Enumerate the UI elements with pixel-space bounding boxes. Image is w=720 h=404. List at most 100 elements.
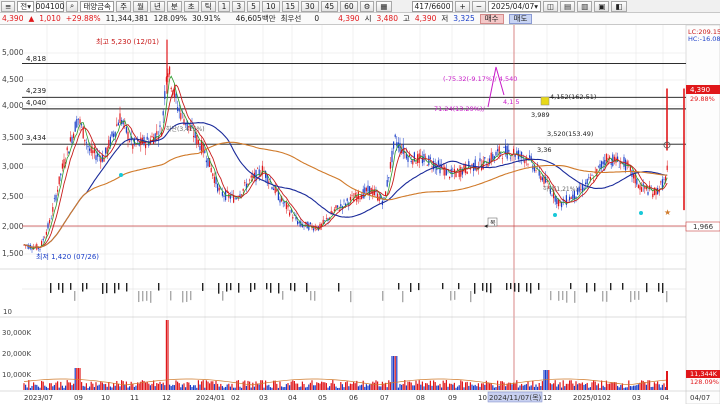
candle-body bbox=[394, 134, 396, 137]
volume-bar bbox=[81, 382, 83, 390]
candle-body bbox=[602, 161, 604, 165]
volume-bar bbox=[121, 380, 123, 390]
minute-30-button[interactable]: 30 bbox=[301, 0, 319, 12]
count-field[interactable]: 417/6600 bbox=[411, 0, 454, 12]
volume-bar bbox=[229, 386, 231, 390]
period-second-button[interactable]: 초 bbox=[183, 0, 199, 12]
minute-45-button[interactable]: 45 bbox=[320, 0, 339, 12]
stock-code-input[interactable]: 004100 bbox=[36, 0, 64, 12]
period-week-button[interactable]: 주 bbox=[116, 0, 132, 12]
volume-bar bbox=[428, 384, 430, 390]
osc-bar bbox=[662, 283, 664, 294]
volume-bar bbox=[223, 387, 225, 390]
volume-current-pct: 128.09% bbox=[690, 378, 719, 386]
candle-body bbox=[127, 131, 129, 141]
volume-bar bbox=[484, 384, 486, 390]
low-price-text: 1,966 bbox=[693, 223, 714, 231]
volume-bar bbox=[31, 385, 33, 390]
minute-10-button[interactable]: 10 bbox=[261, 0, 280, 12]
minute-1-button[interactable]: 1 bbox=[217, 0, 231, 12]
candle-body bbox=[492, 154, 494, 160]
volume-bar bbox=[421, 381, 423, 390]
candle-body bbox=[210, 167, 212, 173]
candle-body bbox=[316, 229, 318, 230]
candle-body bbox=[113, 133, 115, 137]
buy-button[interactable]: 매수 bbox=[479, 13, 504, 24]
candle-body bbox=[63, 159, 65, 168]
volume-bar bbox=[591, 382, 593, 390]
market-select[interactable]: 전 ▾ bbox=[17, 0, 34, 12]
volume-bar bbox=[482, 383, 484, 390]
candle-body bbox=[431, 166, 433, 167]
candle-body bbox=[242, 188, 244, 191]
volume-bar bbox=[305, 387, 307, 390]
volume-bar bbox=[247, 380, 249, 390]
minute-15-button[interactable]: 15 bbox=[281, 0, 300, 12]
minute-60-button[interactable]: 60 bbox=[340, 0, 358, 12]
candle-body bbox=[346, 198, 348, 202]
menu-button[interactable]: ≡ bbox=[1, 0, 16, 12]
volume-bar bbox=[457, 386, 459, 390]
volume-bar bbox=[481, 383, 483, 390]
volume-bar bbox=[423, 386, 425, 390]
candle-body bbox=[135, 144, 137, 145]
volume-bar bbox=[597, 383, 599, 390]
candle-body bbox=[578, 186, 580, 192]
tool-c-icon[interactable]: ▥ bbox=[577, 0, 593, 12]
volume-bar bbox=[41, 380, 43, 390]
volume-bar bbox=[353, 381, 355, 390]
volume-bar bbox=[225, 386, 227, 390]
minute-3-button[interactable]: 3 bbox=[232, 0, 246, 12]
volume-bar bbox=[556, 386, 558, 390]
zoom-out-icon[interactable]: − bbox=[471, 0, 487, 12]
period-year-button[interactable]: 년 bbox=[149, 0, 165, 12]
candle-body bbox=[289, 212, 291, 216]
volume-bar bbox=[89, 386, 91, 390]
candle-body bbox=[359, 197, 361, 200]
sell-button[interactable]: 매도 bbox=[508, 13, 533, 24]
candle-body bbox=[388, 177, 390, 179]
settings-icon[interactable]: ⚙ bbox=[359, 0, 375, 12]
volume-bar bbox=[498, 385, 500, 390]
minute-5-button[interactable]: 5 bbox=[247, 0, 260, 12]
candle-body bbox=[597, 165, 599, 167]
volume-bar bbox=[658, 384, 660, 390]
period-month-button[interactable]: 월 bbox=[133, 0, 148, 12]
grid-icon[interactable]: ▦ bbox=[376, 0, 392, 12]
stock-chart[interactable]: 5,000 4,500 4,000 3,500 3,000 2,500 2,00… bbox=[0, 25, 720, 404]
volume-bar bbox=[178, 383, 180, 390]
x-axis-label: 05 bbox=[318, 394, 327, 402]
candle-body bbox=[76, 119, 78, 128]
period-tick-button[interactable]: 틱 bbox=[200, 0, 216, 12]
volume-bar bbox=[474, 384, 476, 390]
volume-bar bbox=[375, 380, 377, 390]
zoom-in-icon[interactable]: + bbox=[455, 0, 470, 12]
search-icon[interactable]: ⌕ bbox=[65, 0, 79, 12]
high-label: 최고 5,230 (12/01) bbox=[96, 37, 159, 46]
period-minute-button[interactable]: 분 bbox=[166, 0, 182, 12]
tool-b-icon[interactable]: ▤ bbox=[560, 0, 576, 12]
osc-bar bbox=[470, 291, 472, 303]
date-field[interactable]: 2025/04/07 ▾ bbox=[488, 0, 542, 12]
volume-bar bbox=[250, 387, 252, 390]
volume-bar bbox=[300, 386, 302, 390]
tool-e-icon[interactable]: ◧ bbox=[611, 0, 627, 12]
candle-body bbox=[551, 195, 553, 197]
tool-d-icon[interactable]: ▣ bbox=[594, 0, 610, 12]
volume-bar bbox=[97, 385, 99, 390]
volume-bar bbox=[301, 381, 303, 390]
candle-body bbox=[428, 155, 430, 166]
candle-body bbox=[108, 139, 110, 149]
tool-a-icon[interactable]: ◫ bbox=[543, 0, 559, 12]
volume-bar bbox=[258, 384, 260, 390]
volume-bar bbox=[175, 380, 177, 390]
osc-bar bbox=[402, 291, 404, 303]
candle-body bbox=[31, 248, 33, 250]
volume-bar bbox=[554, 380, 556, 390]
candle-body bbox=[217, 183, 219, 192]
osc-bar bbox=[518, 283, 520, 293]
volume-bar bbox=[153, 380, 155, 390]
candle-body bbox=[44, 237, 46, 239]
volume-bar bbox=[242, 381, 244, 390]
volume-bar bbox=[537, 386, 539, 390]
